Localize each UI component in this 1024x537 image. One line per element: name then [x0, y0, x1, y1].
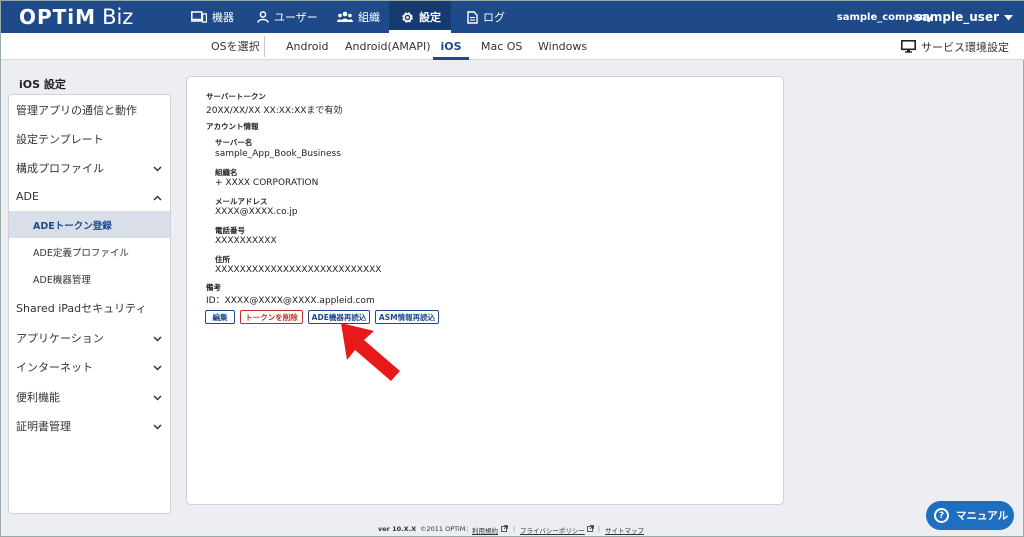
nav-organization-label: 組織 [358, 11, 380, 24]
sidebar-item-label: 便利機能 [16, 390, 60, 404]
device-icon [191, 11, 207, 23]
sidebar-item-label: Shared iPadセキュリティ [16, 301, 147, 315]
nav-users-label: ユーザー [274, 11, 318, 24]
sidebar-item-label: アプリケーション [16, 331, 104, 345]
chevron-up-icon [153, 191, 162, 204]
top-header: OPTiM Biz 機器 ユーザー 組織 設定 ログ sample_compan… [1, 1, 1024, 33]
tab-android[interactable]: Android [286, 33, 329, 60]
edit-button[interactable]: 編集 [205, 310, 235, 324]
sidebar-item-label: ADEトークン登録 [33, 220, 112, 232]
org-name-value: + XXXX CORPORATION [215, 178, 319, 188]
sidebar-item-label: 管理アプリの通信と動作 [16, 103, 137, 117]
chevron-down-icon [153, 391, 162, 404]
sidebar-item-ade[interactable]: ADE [9, 182, 170, 211]
footer-divider: | [414, 525, 417, 533]
chevron-down-icon [153, 361, 162, 374]
caret-down-icon [1004, 10, 1013, 24]
tab-android-amapi[interactable]: Android(AMAPI) [345, 33, 431, 60]
phone-label: 電話番号 [215, 226, 245, 235]
monitor-icon [901, 40, 916, 53]
server-name-label: サーバー名 [215, 138, 253, 147]
address-label: 住所 [215, 255, 230, 264]
phone-value: XXXXXXXXXX [215, 236, 277, 246]
red-arrow-annotation [336, 319, 406, 388]
ade-token-panel: サーバートークン 20XX/XX/XX XX:XX:XXまで有効 アカウント情報… [186, 76, 784, 505]
footer-divider: | [466, 525, 469, 533]
sitemap-link[interactable]: サイトマップ [605, 525, 644, 535]
tab-windows[interactable]: Windows [538, 33, 587, 60]
nav-log[interactable]: ログ [467, 1, 505, 33]
chevron-down-icon [153, 420, 162, 433]
subnav-divider [264, 36, 265, 57]
sidebar-item-utilities[interactable]: 便利機能 [9, 382, 170, 411]
org-name-label: 組織名 [215, 168, 238, 177]
tab-ios[interactable]: iOS [433, 33, 469, 60]
server-token-value: 20XX/XX/XX XX:XX:XXまで有効 [206, 106, 343, 116]
copyright-text: ©2011 OPTiM [420, 525, 466, 533]
sidebar: 管理アプリの通信と動作 設定テンプレート 構成プロファイル ADE ADEトーク… [8, 94, 171, 514]
server-name-value: sample_App_Book_Business [215, 149, 341, 159]
logo-sub: Biz [102, 5, 134, 29]
server-token-label: サーバートークン [206, 92, 266, 101]
nav-settings[interactable]: 設定 [389, 1, 451, 33]
sidebar-item-certificates[interactable]: 証明書管理 [9, 411, 170, 440]
sidebar-item-ade-token[interactable]: ADEトークン登録 [9, 211, 170, 238]
nav-devices-label: 機器 [212, 11, 234, 24]
user-name: sample_user [914, 10, 999, 24]
account-info-label: アカウント情報 [206, 122, 259, 131]
note-value: ID：XXXX@XXXX@XXXX.appleid.com [206, 296, 375, 306]
sidebar-item-label: ADE機器管理 [33, 274, 91, 286]
footer: ver 10.X.X | ©2011 OPTiM | 利用規約 | プライバシー… [1, 525, 1024, 537]
question-icon: ? [934, 508, 949, 523]
terms-link[interactable]: 利用規約 [472, 525, 498, 535]
tab-macos[interactable]: Mac OS [481, 33, 522, 60]
sidebar-item-applications[interactable]: アプリケーション [9, 323, 170, 352]
gear-icon [401, 11, 414, 24]
os-subnav: OSを選択 Android Android(AMAPI) iOS Mac OS … [1, 33, 1024, 60]
sidebar-item-config-profile[interactable]: 構成プロファイル [9, 153, 170, 182]
sidebar-item-label: ADE定義プロファイル [33, 247, 129, 259]
footer-divider: | [598, 525, 601, 533]
nav-settings-label: 設定 [419, 11, 441, 24]
user-icon [257, 11, 269, 23]
email-label: メールアドレス [215, 197, 268, 206]
footer-divider: | [513, 525, 516, 533]
manual-button[interactable]: ? マニュアル [926, 501, 1014, 530]
chevron-down-icon [153, 162, 162, 175]
sidebar-item-internet[interactable]: インターネット [9, 352, 170, 381]
user-menu[interactable]: sample_user [915, 10, 1013, 24]
group-icon [337, 11, 353, 23]
chevron-down-icon [153, 332, 162, 345]
manual-label: マニュアル [956, 510, 1009, 522]
optim-biz-logo[interactable]: OPTiM Biz [19, 5, 133, 29]
nav-devices[interactable]: 機器 [191, 1, 234, 33]
sidebar-item-label: ADE [16, 190, 39, 203]
note-label: 備考 [206, 283, 221, 292]
service-settings-label: サービス環境設定 [921, 40, 1009, 54]
nav-organization[interactable]: 組織 [337, 1, 380, 33]
sidebar-item-label: インターネット [16, 360, 93, 374]
sidebar-title: iOS 設定 [19, 78, 66, 91]
sidebar-item-label: 構成プロファイル [16, 161, 104, 175]
select-os-label: OSを選択 [211, 40, 260, 53]
sidebar-item-template[interactable]: 設定テンプレート [9, 124, 170, 153]
version-text: ver 10.X.X [378, 525, 417, 533]
service-settings-link[interactable]: サービス環境設定 [901, 33, 1009, 60]
external-link-icon [501, 525, 508, 534]
document-icon [467, 10, 478, 24]
external-link-icon [587, 525, 594, 534]
sidebar-item-label: 設定テンプレート [16, 132, 104, 146]
sidebar-item-app-communication[interactable]: 管理アプリの通信と動作 [9, 95, 170, 124]
privacy-link[interactable]: プライバシーポリシー [520, 525, 585, 535]
logo-main: OPTiM [19, 5, 97, 29]
sidebar-item-ade-profile[interactable]: ADE定義プロファイル [9, 238, 170, 265]
address-value: XXXXXXXXXXXXXXXXXXXXXXXXXXX [215, 265, 382, 275]
sidebar-item-label: 証明書管理 [16, 419, 71, 433]
sidebar-item-ade-devices[interactable]: ADE機器管理 [9, 265, 170, 292]
nav-log-label: ログ [483, 11, 505, 24]
delete-token-button[interactable]: トークンを削除 [240, 310, 303, 324]
nav-users[interactable]: ユーザー [257, 1, 318, 33]
email-value: XXXX@XXXX.co.jp [215, 207, 298, 217]
sidebar-item-shared-ipad[interactable]: Shared iPadセキュリティ [9, 293, 170, 322]
